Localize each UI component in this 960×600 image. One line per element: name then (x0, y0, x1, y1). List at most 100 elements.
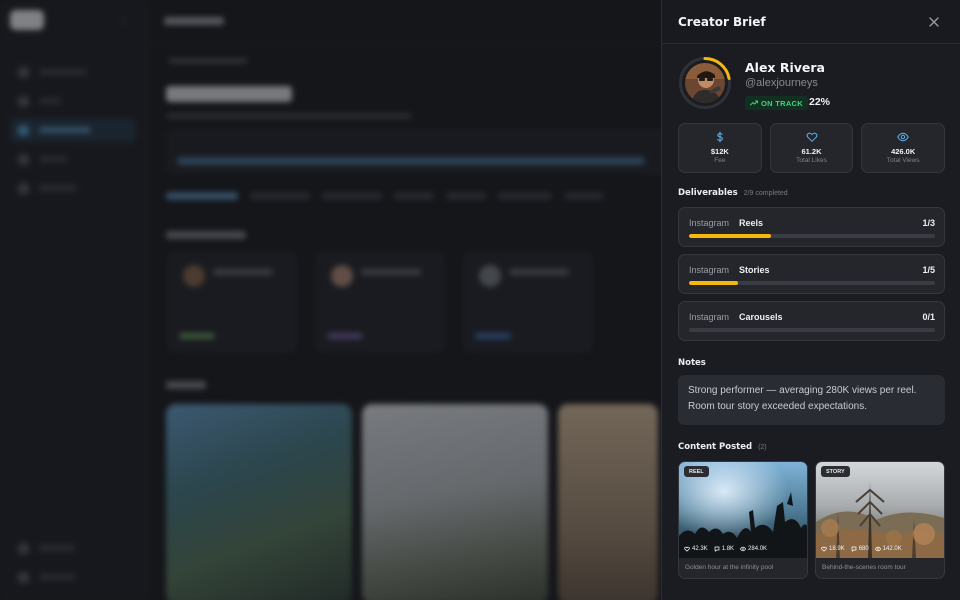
deliverable-platform: Instagram (689, 265, 730, 275)
background-nav-item (10, 176, 136, 200)
background-nav (10, 60, 136, 205)
post-likes: 42.3K (692, 546, 708, 552)
post-comments: 680 (858, 546, 869, 552)
deliverable-type: Stories (739, 265, 770, 275)
deliverable-progress-fill (689, 234, 771, 238)
post-caption: Behind-the-scenes room tour (822, 564, 906, 571)
deliverable-type: Reels (739, 218, 764, 228)
stat-views: 426.0K Total Views (861, 123, 946, 173)
comment-icon (851, 546, 857, 552)
content-posted-count: (2) (758, 444, 767, 451)
background-card (168, 252, 296, 352)
content-posted-header: Content Posted (2) (678, 442, 767, 452)
background-section-title (166, 381, 206, 389)
post-stats: 42.3K 1.8K 284.0K (684, 546, 767, 552)
notes-header: Notes (678, 358, 706, 368)
deliverables-header: Deliverables 2/9 completed (678, 188, 788, 198)
post-card[interactable]: STORY 18.9K 680 142.0K Behind-the-scenes… (815, 461, 945, 579)
background-nav-item (10, 89, 136, 113)
post-caption: Golden hour at the infinity pool (685, 564, 774, 571)
stat-label: Fee (714, 157, 726, 164)
creator-brief-panel: Creator Brief Alex Rivera @alexjourneys … (661, 0, 960, 600)
creator-name: Alex Rivera (745, 60, 825, 75)
stat-value: 61.2K (801, 147, 822, 156)
background-title (166, 86, 292, 102)
deliverable-type: Carousels (739, 312, 783, 322)
deliverable-progress-track (689, 281, 935, 285)
deliverable-progress-track (689, 328, 935, 332)
comment-icon (714, 546, 720, 552)
dollar-icon (716, 131, 723, 143)
background-progress-card (166, 130, 666, 174)
heart-icon (806, 132, 817, 142)
eye-icon (874, 546, 881, 552)
stat-likes: 61.2K Total Likes (769, 123, 854, 173)
background-meta (166, 113, 412, 119)
background-media (558, 404, 658, 600)
post-card[interactable]: REEL 42.3K 1.8K 284.0K Golden hour at th… (678, 461, 808, 579)
post-views: 284.0K (748, 546, 768, 552)
post-views: 142.0K (882, 546, 902, 552)
panel-header: Creator Brief (662, 0, 960, 44)
background-nav-item (10, 60, 136, 84)
stats-row: $12K Fee 61.2K Total Likes 426.0K Total … (678, 123, 946, 173)
deliverable-count: 1/5 (922, 265, 935, 275)
creator-profile: Alex Rivera @alexjourneys ON TRACK 22% (678, 56, 946, 114)
stat-fee: $12K Fee (678, 123, 762, 173)
background-section-title (166, 231, 246, 239)
deliverable-item[interactable]: Instagram Carousels 0/1 (678, 301, 945, 341)
post-type-badge: STORY (821, 466, 850, 477)
background-nav-item-active (10, 118, 136, 142)
deliverable-item[interactable]: Instagram Reels 1/3 (678, 207, 945, 247)
background-media (166, 404, 352, 600)
deliverable-progress-fill (689, 281, 739, 285)
content-posted-list: REEL 42.3K 1.8K 284.0K Golden hour at th… (678, 461, 945, 579)
status-badge: ON TRACK (745, 96, 808, 110)
stat-value: 426.0K (891, 147, 916, 156)
heart-icon (684, 546, 690, 552)
deliverable-item[interactable]: Instagram Stories 1/5 (678, 254, 945, 294)
background-media (362, 404, 548, 600)
stat-label: Total Likes (796, 157, 827, 164)
deliverables-title: Deliverables (678, 188, 738, 198)
background-card (464, 252, 592, 352)
deliverable-platform: Instagram (689, 218, 730, 228)
stat-label: Total Views (886, 157, 920, 164)
background-nav-bottom (10, 536, 136, 594)
eye-icon (897, 132, 909, 142)
background-cards (168, 252, 592, 352)
deliverable-platform: Instagram (689, 312, 730, 322)
post-stats: 18.9K 680 142.0K (821, 546, 902, 552)
notes-title: Notes (678, 358, 706, 368)
notes-box: Strong performer — averaging 280K views … (678, 375, 945, 425)
background-breadcrumb (168, 58, 248, 64)
close-button[interactable] (924, 12, 944, 32)
heart-icon (821, 546, 827, 552)
app-logo (10, 10, 44, 30)
panel-title: Creator Brief (678, 15, 766, 29)
background-nav-item (10, 536, 136, 560)
trending-up-icon (750, 100, 758, 106)
collapse-icon: ‹ (122, 15, 126, 26)
content-posted-title: Content Posted (678, 442, 753, 452)
stat-value: $12K (710, 147, 729, 156)
deliverable-count: 0/1 (922, 312, 935, 322)
post-comments: 1.8K (721, 546, 735, 552)
creator-handle: @alexjourneys (745, 77, 818, 89)
close-icon (929, 17, 939, 27)
eye-icon (740, 546, 747, 552)
background-sidebar: ‹ (0, 0, 148, 600)
background-tabs (166, 186, 660, 210)
notes-text: Strong performer — averaging 280K views … (688, 385, 917, 412)
background-card (316, 252, 444, 352)
deliverable-count: 1/3 (922, 218, 935, 228)
deliverable-progress-track (689, 234, 935, 238)
deliverables-summary: 2/9 completed (743, 190, 788, 197)
status-label: ON TRACK (761, 98, 803, 108)
post-type-badge: REEL (684, 466, 709, 477)
post-likes: 18.9K (829, 546, 845, 552)
avatar (685, 63, 725, 103)
background-nav-item (10, 147, 136, 171)
background-nav-item (10, 565, 136, 589)
progress-percent: 22% (809, 96, 831, 108)
